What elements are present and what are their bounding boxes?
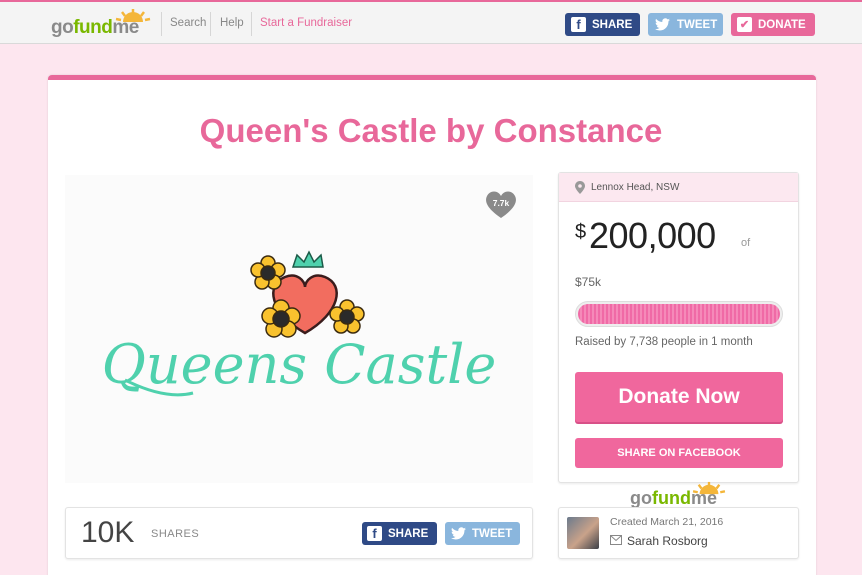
campaign-image[interactable]: Queens Castle — [65, 175, 533, 483]
top-navigation-bar: gofundme Search Help Start a Fundraiser … — [0, 0, 862, 44]
organizer-name[interactable]: Sarah Rosborg — [627, 534, 708, 548]
organizer-avatar[interactable] — [567, 517, 599, 549]
donate-now-button[interactable]: Donate Now — [575, 372, 783, 422]
queens-castle-logo-image: Queens Castle — [102, 250, 497, 397]
donation-panel: Lennox Head, NSW $ 200,000 of $75k Raise… — [558, 172, 799, 483]
header-tweet-button[interactable]: TWEET — [648, 13, 723, 36]
progress-bar — [575, 301, 783, 327]
header-facebook-share-button[interactable]: f SHARE — [565, 13, 640, 36]
twitter-bird-icon — [450, 527, 467, 540]
location-pin-icon — [575, 181, 585, 194]
location-bar: Lennox Head, NSW — [559, 173, 798, 202]
nav-divider — [210, 12, 211, 36]
share-count: 10K — [81, 516, 135, 549]
nav-search-link[interactable]: Search — [170, 17, 206, 29]
created-date: Created March 21, 2016 — [610, 516, 724, 528]
sun-icon — [692, 481, 726, 495]
nav-divider — [161, 12, 162, 36]
facebook-icon: f — [571, 17, 586, 32]
hearts-badge[interactable]: 7.7k — [484, 189, 518, 219]
share-on-facebook-button[interactable]: SHARE ON FACEBOOK — [575, 438, 783, 468]
of-label: of — [741, 237, 751, 249]
hearts-count: 7.7k — [492, 198, 510, 208]
shares-bar: 10K SHARES f SHARE TWEET — [65, 507, 533, 559]
nav-divider — [251, 12, 252, 36]
share-label: SHARE — [388, 527, 429, 540]
checkmark-icon: ✔ — [737, 17, 752, 32]
header-tweet-label: TWEET — [677, 18, 718, 31]
gofundme-logo-small: gofundme — [630, 481, 730, 510]
gofundme-logo[interactable]: gofundme — [51, 9, 151, 40]
campaign-title: Queen's Castle by Constance — [199, 112, 663, 149]
nav-start-fundraiser-link[interactable]: Start a Fundraiser — [260, 17, 352, 29]
header-donate-label: DONATE — [758, 18, 806, 31]
goal-amount: 200,000 — [589, 215, 716, 256]
progress-fill — [578, 304, 780, 324]
nav-help-link[interactable]: Help — [220, 17, 244, 29]
organizer-panel: Created March 21, 2016 Sarah Rosborg — [558, 507, 799, 559]
image-script-text: Queens Castle — [102, 333, 497, 396]
raised-amount: $75k — [575, 275, 602, 289]
twitter-bird-icon — [654, 16, 671, 33]
header-donate-button[interactable]: ✔ DONATE — [731, 13, 815, 36]
campaign-location: Lennox Head, NSW — [591, 182, 680, 193]
facebook-share-button[interactable]: f SHARE — [362, 522, 437, 545]
shares-label: SHARES — [151, 528, 200, 540]
tweet-button[interactable]: TWEET — [445, 522, 520, 545]
sun-icon — [115, 9, 151, 22]
envelope-icon[interactable] — [610, 535, 622, 545]
header-share-label: SHARE — [592, 18, 633, 31]
raised-by-text: Raised by 7,738 people in 1 month — [575, 336, 753, 348]
facebook-icon: f — [367, 526, 382, 541]
tweet-label: TWEET — [472, 527, 513, 540]
currency-symbol: $ — [575, 221, 587, 243]
